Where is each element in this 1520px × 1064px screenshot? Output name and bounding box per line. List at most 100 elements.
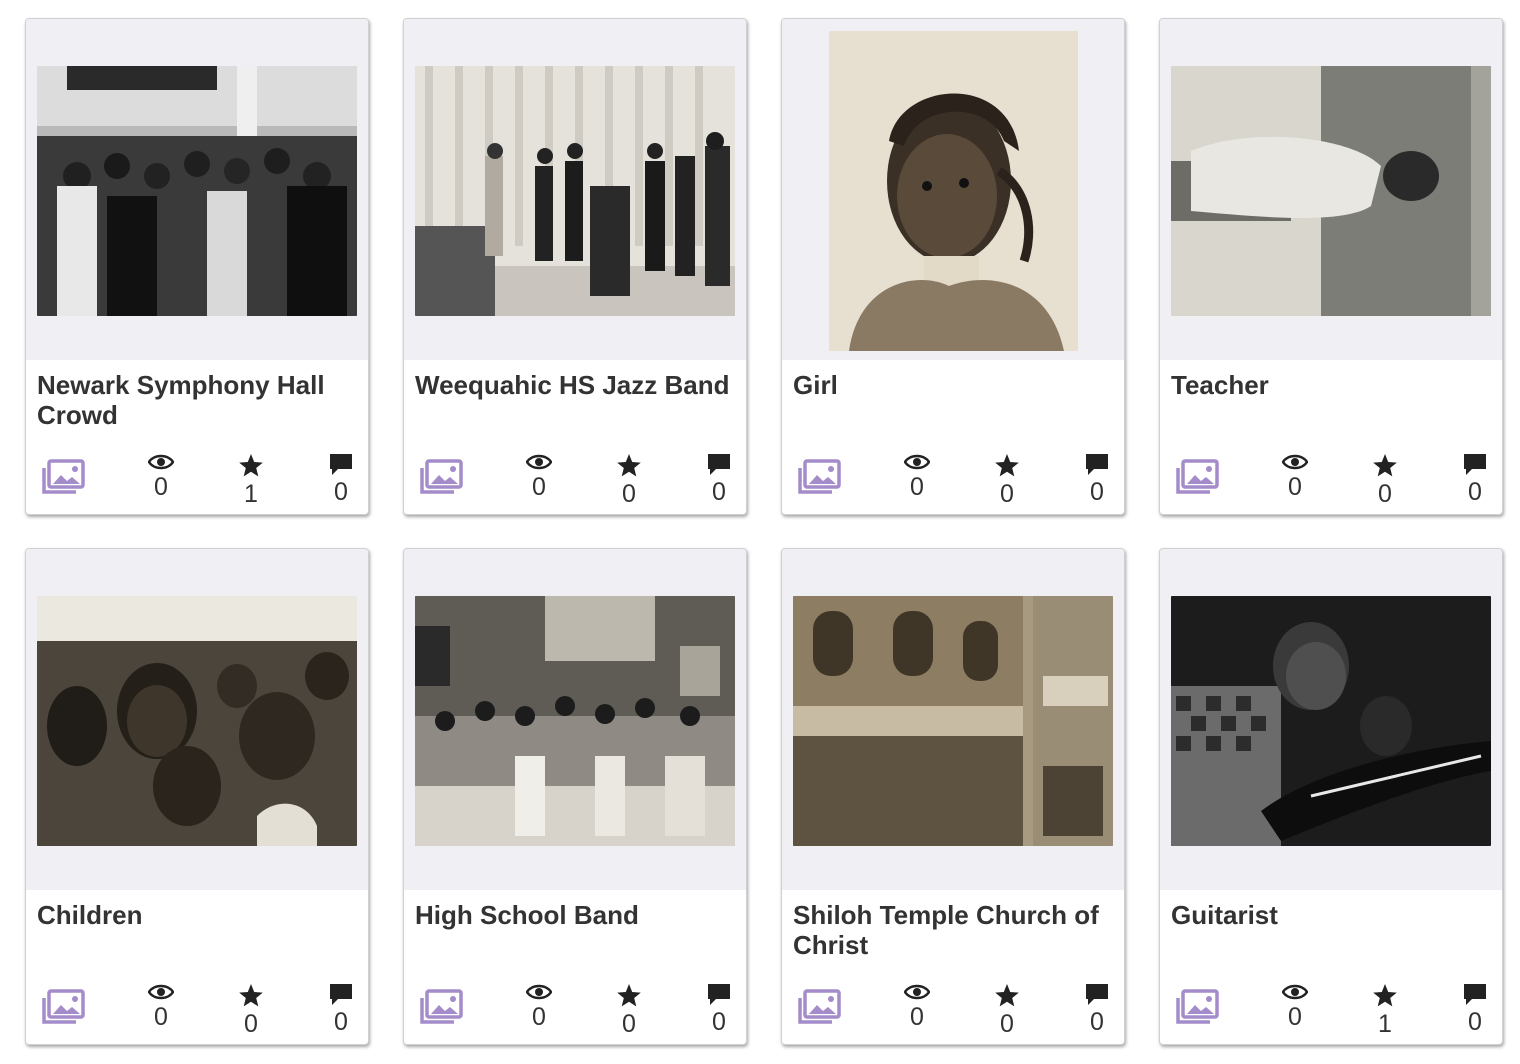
stars-count: 1 xyxy=(244,480,258,508)
comments-count: 0 xyxy=(334,1008,348,1036)
star-icon xyxy=(1373,984,1397,1007)
photo-thumbnail[interactable] xyxy=(829,31,1078,351)
eye-icon xyxy=(148,984,174,1000)
comment-icon xyxy=(1464,984,1486,1005)
card-title[interactable]: Guitarist xyxy=(1171,900,1493,930)
thumbnail-area xyxy=(782,549,1124,890)
photo-card[interactable]: Shiloh Temple Church of Christ 0 0 0 xyxy=(781,548,1125,1045)
comments-stat: 0 xyxy=(1077,983,1117,1036)
stars-count: 0 xyxy=(244,1010,258,1038)
comments-stat: 0 xyxy=(699,453,739,506)
star-icon xyxy=(617,984,641,1007)
views-count: 0 xyxy=(910,473,924,501)
photo-card[interactable]: Children 0 0 0 xyxy=(25,548,369,1045)
photo-thumbnail[interactable] xyxy=(1171,66,1491,316)
card-title[interactable]: High School Band xyxy=(415,900,737,930)
card-title[interactable]: Teacher xyxy=(1171,370,1493,400)
thumbnail-area xyxy=(404,549,746,890)
comments-stat: 0 xyxy=(1077,453,1117,506)
comments-stat: 0 xyxy=(321,453,361,506)
thumbnail-area xyxy=(782,19,1124,360)
card-title[interactable]: Newark Symphony Hall Crowd xyxy=(37,370,359,430)
comment-icon xyxy=(1464,454,1486,475)
stars-stat: 0 xyxy=(987,983,1027,1038)
photo-card[interactable]: Guitarist 0 1 0 xyxy=(1159,548,1503,1045)
views-stat: 0 xyxy=(141,453,181,501)
photo-thumbnail[interactable] xyxy=(415,596,735,846)
comments-stat: 0 xyxy=(321,983,361,1036)
comments-count: 0 xyxy=(1468,1008,1482,1036)
views-stat: 0 xyxy=(1275,453,1315,501)
thumbnail-area xyxy=(404,19,746,360)
image-gallery-icon xyxy=(40,989,86,1027)
stars-stat: 0 xyxy=(1365,453,1405,508)
photo-card[interactable]: Teacher 0 0 0 xyxy=(1159,18,1503,515)
views-stat: 0 xyxy=(519,453,559,501)
eye-icon xyxy=(904,454,930,470)
thumbnail-area xyxy=(1160,19,1502,360)
photo-card[interactable]: High School Band 0 0 0 xyxy=(403,548,747,1045)
photo-card[interactable]: Newark Symphony Hall Crowd 0 1 0 xyxy=(25,18,369,515)
photo-card[interactable]: Girl 0 0 0 xyxy=(781,18,1125,515)
eye-icon xyxy=(1282,454,1308,470)
comment-icon xyxy=(708,454,730,475)
stars-count: 0 xyxy=(622,1010,636,1038)
stars-count: 0 xyxy=(622,480,636,508)
star-icon xyxy=(995,984,1019,1007)
views-count: 0 xyxy=(532,473,546,501)
stars-count: 0 xyxy=(1000,480,1014,508)
views-count: 0 xyxy=(1288,1003,1302,1031)
comments-count: 0 xyxy=(712,1008,726,1036)
photo-thumbnail[interactable] xyxy=(415,66,735,316)
comments-stat: 0 xyxy=(1455,983,1495,1036)
image-gallery-icon xyxy=(1174,989,1220,1027)
comment-icon xyxy=(1086,984,1108,1005)
views-stat: 0 xyxy=(141,983,181,1031)
eye-icon xyxy=(904,984,930,1000)
stars-count: 0 xyxy=(1000,1010,1014,1038)
thumbnail-area xyxy=(26,549,368,890)
comments-count: 0 xyxy=(1090,1008,1104,1036)
views-stat: 0 xyxy=(897,983,937,1031)
card-title[interactable]: Children xyxy=(37,900,359,930)
card-title[interactable]: Girl xyxy=(793,370,1115,400)
photo-thumbnail[interactable] xyxy=(793,596,1113,846)
comment-icon xyxy=(330,454,352,475)
star-icon xyxy=(239,454,263,477)
photo-grid: Newark Symphony Hall Crowd 0 1 0 Weequah… xyxy=(25,18,1505,1048)
thumbnail-area xyxy=(26,19,368,360)
star-icon xyxy=(995,454,1019,477)
thumbnail-area xyxy=(1160,549,1502,890)
views-count: 0 xyxy=(1288,473,1302,501)
image-gallery-icon xyxy=(796,459,842,497)
comment-icon xyxy=(1086,454,1108,475)
photo-card[interactable]: Weequahic HS Jazz Band 0 0 0 xyxy=(403,18,747,515)
star-icon xyxy=(1373,454,1397,477)
photo-thumbnail[interactable] xyxy=(37,596,357,846)
stars-count: 0 xyxy=(1378,480,1392,508)
card-title[interactable]: Weequahic HS Jazz Band xyxy=(415,370,737,400)
photo-thumbnail[interactable] xyxy=(37,66,357,316)
stars-stat: 1 xyxy=(1365,983,1405,1038)
views-stat: 0 xyxy=(519,983,559,1031)
comments-stat: 0 xyxy=(699,983,739,1036)
image-gallery-icon xyxy=(1174,459,1220,497)
image-gallery-icon xyxy=(796,989,842,1027)
image-gallery-icon xyxy=(40,459,86,497)
photo-thumbnail[interactable] xyxy=(1171,596,1491,846)
stars-count: 1 xyxy=(1378,1010,1392,1038)
comments-count: 0 xyxy=(712,478,726,506)
views-count: 0 xyxy=(532,1003,546,1031)
comment-icon xyxy=(330,984,352,1005)
views-count: 0 xyxy=(154,473,168,501)
comments-count: 0 xyxy=(1090,478,1104,506)
star-icon xyxy=(617,454,641,477)
views-count: 0 xyxy=(154,1003,168,1031)
card-title[interactable]: Shiloh Temple Church of Christ xyxy=(793,900,1115,960)
comments-count: 0 xyxy=(1468,478,1482,506)
eye-icon xyxy=(526,984,552,1000)
stars-stat: 0 xyxy=(609,453,649,508)
stars-stat: 0 xyxy=(609,983,649,1038)
stars-stat: 0 xyxy=(987,453,1027,508)
views-stat: 0 xyxy=(897,453,937,501)
